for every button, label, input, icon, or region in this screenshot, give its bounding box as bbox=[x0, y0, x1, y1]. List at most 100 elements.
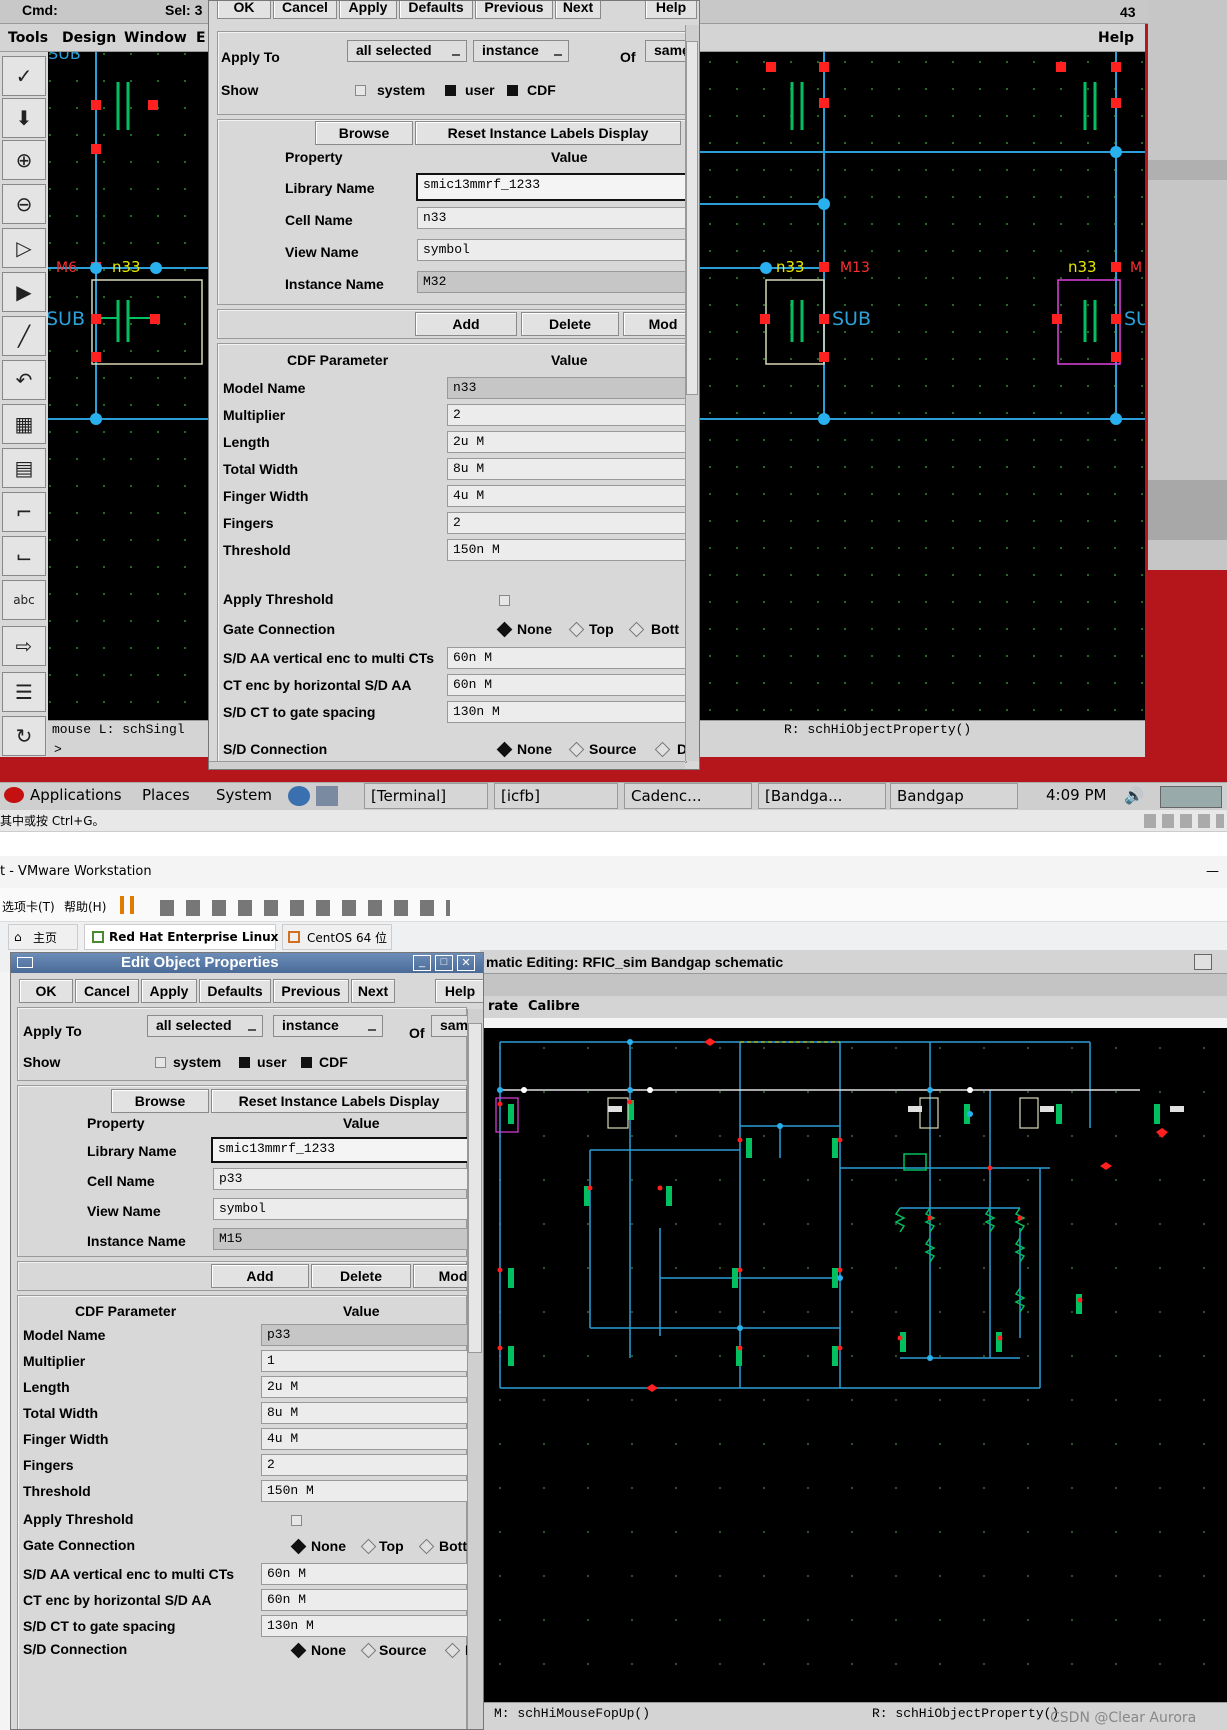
delete-button[interactable]: Delete bbox=[521, 312, 619, 336]
label-icon[interactable]: abc bbox=[2, 580, 46, 620]
param-value-input[interactable]: 60n M bbox=[261, 1563, 483, 1585]
refresh-icon[interactable]: ↻ bbox=[2, 716, 46, 756]
taskbar-terminal[interactable]: [Terminal] bbox=[364, 783, 488, 809]
notes-icon[interactable]: ☰ bbox=[2, 672, 46, 712]
apply-to-select[interactable]: all selected bbox=[147, 1015, 263, 1037]
check-icon[interactable]: ✓ bbox=[2, 56, 46, 96]
previous-button[interactable]: Previous bbox=[273, 979, 349, 1003]
zoom-in-icon[interactable]: ⊕ bbox=[2, 140, 46, 180]
cancel-button[interactable]: Cancel bbox=[75, 979, 139, 1003]
mail-icon[interactable] bbox=[316, 786, 338, 806]
menu-tools[interactable]: Tools bbox=[8, 30, 48, 46]
browse-button[interactable]: Browse bbox=[315, 121, 413, 145]
maximize-icon[interactable]: □ bbox=[435, 955, 453, 971]
apply-kind-select[interactable]: instance bbox=[273, 1015, 383, 1037]
symbol-icon[interactable]: ▤ bbox=[2, 448, 46, 488]
dialog-scrollbar-thumb-top[interactable] bbox=[686, 41, 698, 395]
window-menu-icon[interactable] bbox=[17, 957, 33, 968]
view-name-input[interactable]: symbol bbox=[417, 239, 699, 261]
zoom-out-icon[interactable]: ⊖ bbox=[2, 184, 46, 224]
show-user-checkbox[interactable] bbox=[445, 85, 456, 96]
param-value-input[interactable]: 4u M bbox=[261, 1428, 483, 1450]
taskbar-icfb[interactable]: [icfb] bbox=[494, 783, 618, 809]
vm-tab-redhat[interactable]: Red Hat Enterprise Linux 5 ... bbox=[84, 924, 309, 950]
save-stack-icon[interactable]: ⬇ bbox=[2, 98, 46, 138]
toolbar-icons[interactable] bbox=[160, 900, 450, 916]
param-value-input[interactable]: 60n M bbox=[447, 647, 697, 669]
reset-labels-button[interactable]: Reset Instance Labels Display bbox=[415, 121, 681, 145]
param-value-input[interactable]: 1 bbox=[261, 1350, 483, 1372]
view-name-input[interactable]: symbol bbox=[213, 1198, 483, 1220]
minimize-icon[interactable]: _ bbox=[413, 955, 431, 971]
menu-edit[interactable]: E bbox=[196, 30, 206, 46]
instance-hatched-icon[interactable]: ▶ bbox=[2, 272, 46, 312]
delete-button[interactable]: Delete bbox=[311, 1264, 411, 1288]
help-button[interactable]: Help bbox=[645, 1, 697, 19]
show-system-checkbox[interactable] bbox=[155, 1057, 166, 1068]
taskbar-cadence[interactable]: Cadenc... bbox=[624, 783, 752, 809]
step-icon[interactable]: ⌐ bbox=[2, 492, 46, 532]
apply-threshold-checkbox[interactable] bbox=[291, 1515, 302, 1526]
apply-to-select[interactable]: all selected bbox=[347, 40, 467, 62]
previous-button[interactable]: Previous bbox=[475, 1, 553, 19]
taskbar-bandgap-2[interactable]: Bandgap bbox=[890, 783, 1018, 809]
dialog-hscroll-top[interactable] bbox=[209, 761, 685, 769]
apply-threshold-checkbox[interactable] bbox=[499, 595, 510, 606]
ok-button[interactable]: OK bbox=[19, 979, 73, 1003]
param-value-input[interactable]: 150n M bbox=[447, 539, 697, 561]
menu-design[interactable]: Design bbox=[62, 30, 116, 46]
ok-button[interactable]: OK bbox=[217, 1, 271, 19]
step-dotted-icon[interactable]: ⌙ bbox=[2, 536, 46, 576]
schematic-canvas-left[interactable]: M6 n33 SUB SUB bbox=[48, 52, 208, 722]
defaults-button[interactable]: Defaults bbox=[399, 1, 473, 19]
workspace-switcher[interactable] bbox=[1160, 786, 1222, 808]
bottom-sch-min[interactable] bbox=[1194, 954, 1212, 970]
add-button[interactable]: Add bbox=[211, 1264, 309, 1288]
next-button[interactable]: Next bbox=[351, 979, 395, 1003]
globe-icon[interactable] bbox=[288, 786, 310, 806]
library-name-input[interactable]: smic13mmrf_1233 bbox=[416, 173, 699, 201]
taskbar-bandgap-1[interactable]: [Bandga... bbox=[758, 783, 886, 809]
vm-menu-tabs[interactable]: 选项卡(T) bbox=[2, 898, 55, 915]
grid-icon[interactable]: ▦ bbox=[2, 404, 46, 444]
next-button[interactable]: Next bbox=[555, 1, 601, 19]
param-value-input[interactable]: 2 bbox=[447, 512, 697, 534]
defaults-button[interactable]: Defaults bbox=[199, 979, 271, 1003]
vm-menu-help[interactable]: 帮助(H) bbox=[64, 898, 106, 915]
applications-menu[interactable]: Applications bbox=[30, 786, 122, 804]
cell-name-input[interactable]: p33 bbox=[213, 1168, 483, 1190]
menu-window[interactable]: Window bbox=[124, 30, 187, 46]
show-system-checkbox[interactable] bbox=[355, 85, 366, 96]
param-value-input[interactable]: 4u M bbox=[447, 485, 697, 507]
param-value-input[interactable]: 130n M bbox=[447, 701, 697, 723]
schematic-canvas-right[interactable]: n33 M13 SUB n33 M SU bbox=[700, 52, 1145, 720]
param-value-input[interactable]: 8u M bbox=[447, 458, 697, 480]
reset-labels-button[interactable]: Reset Instance Labels Display bbox=[211, 1089, 467, 1113]
dialog-scrollbar-thumb-bottom[interactable] bbox=[468, 1023, 482, 1353]
bottom-schematic-canvas[interactable] bbox=[480, 1028, 1227, 1702]
param-value-input[interactable]: 8u M bbox=[261, 1402, 483, 1424]
help-button[interactable]: Help bbox=[435, 979, 483, 1003]
cancel-button[interactable]: Cancel bbox=[273, 1, 337, 19]
instance-icon[interactable]: ▷ bbox=[2, 228, 46, 268]
close-icon[interactable]: ✕ bbox=[457, 955, 475, 971]
undo-arc-icon[interactable]: ↶ bbox=[2, 360, 46, 400]
apply-button[interactable]: Apply bbox=[339, 1, 397, 19]
show-cdf-checkbox[interactable] bbox=[507, 85, 518, 96]
vmware-minimize[interactable]: — bbox=[1206, 864, 1219, 879]
menu-help[interactable]: Help bbox=[1098, 30, 1134, 46]
places-menu[interactable]: Places bbox=[142, 786, 190, 804]
library-name-input[interactable]: smic13mmrf_1233 bbox=[211, 1137, 483, 1163]
param-value-input[interactable]: 60n M bbox=[261, 1589, 483, 1611]
menu-calibre[interactable]: Calibre bbox=[528, 999, 580, 1014]
system-menu[interactable]: System bbox=[216, 786, 272, 804]
show-user-checkbox[interactable] bbox=[239, 1057, 250, 1068]
param-value-input[interactable]: 2u M bbox=[261, 1376, 483, 1398]
param-value-input[interactable]: 130n M bbox=[261, 1615, 483, 1637]
apply-button[interactable]: Apply bbox=[141, 979, 197, 1003]
menu-generate[interactable]: rate bbox=[488, 999, 518, 1014]
pause-icon[interactable] bbox=[120, 896, 134, 914]
browse-button[interactable]: Browse bbox=[111, 1089, 209, 1113]
param-value-input[interactable]: 2 bbox=[261, 1454, 483, 1476]
show-cdf-checkbox[interactable] bbox=[301, 1057, 312, 1068]
